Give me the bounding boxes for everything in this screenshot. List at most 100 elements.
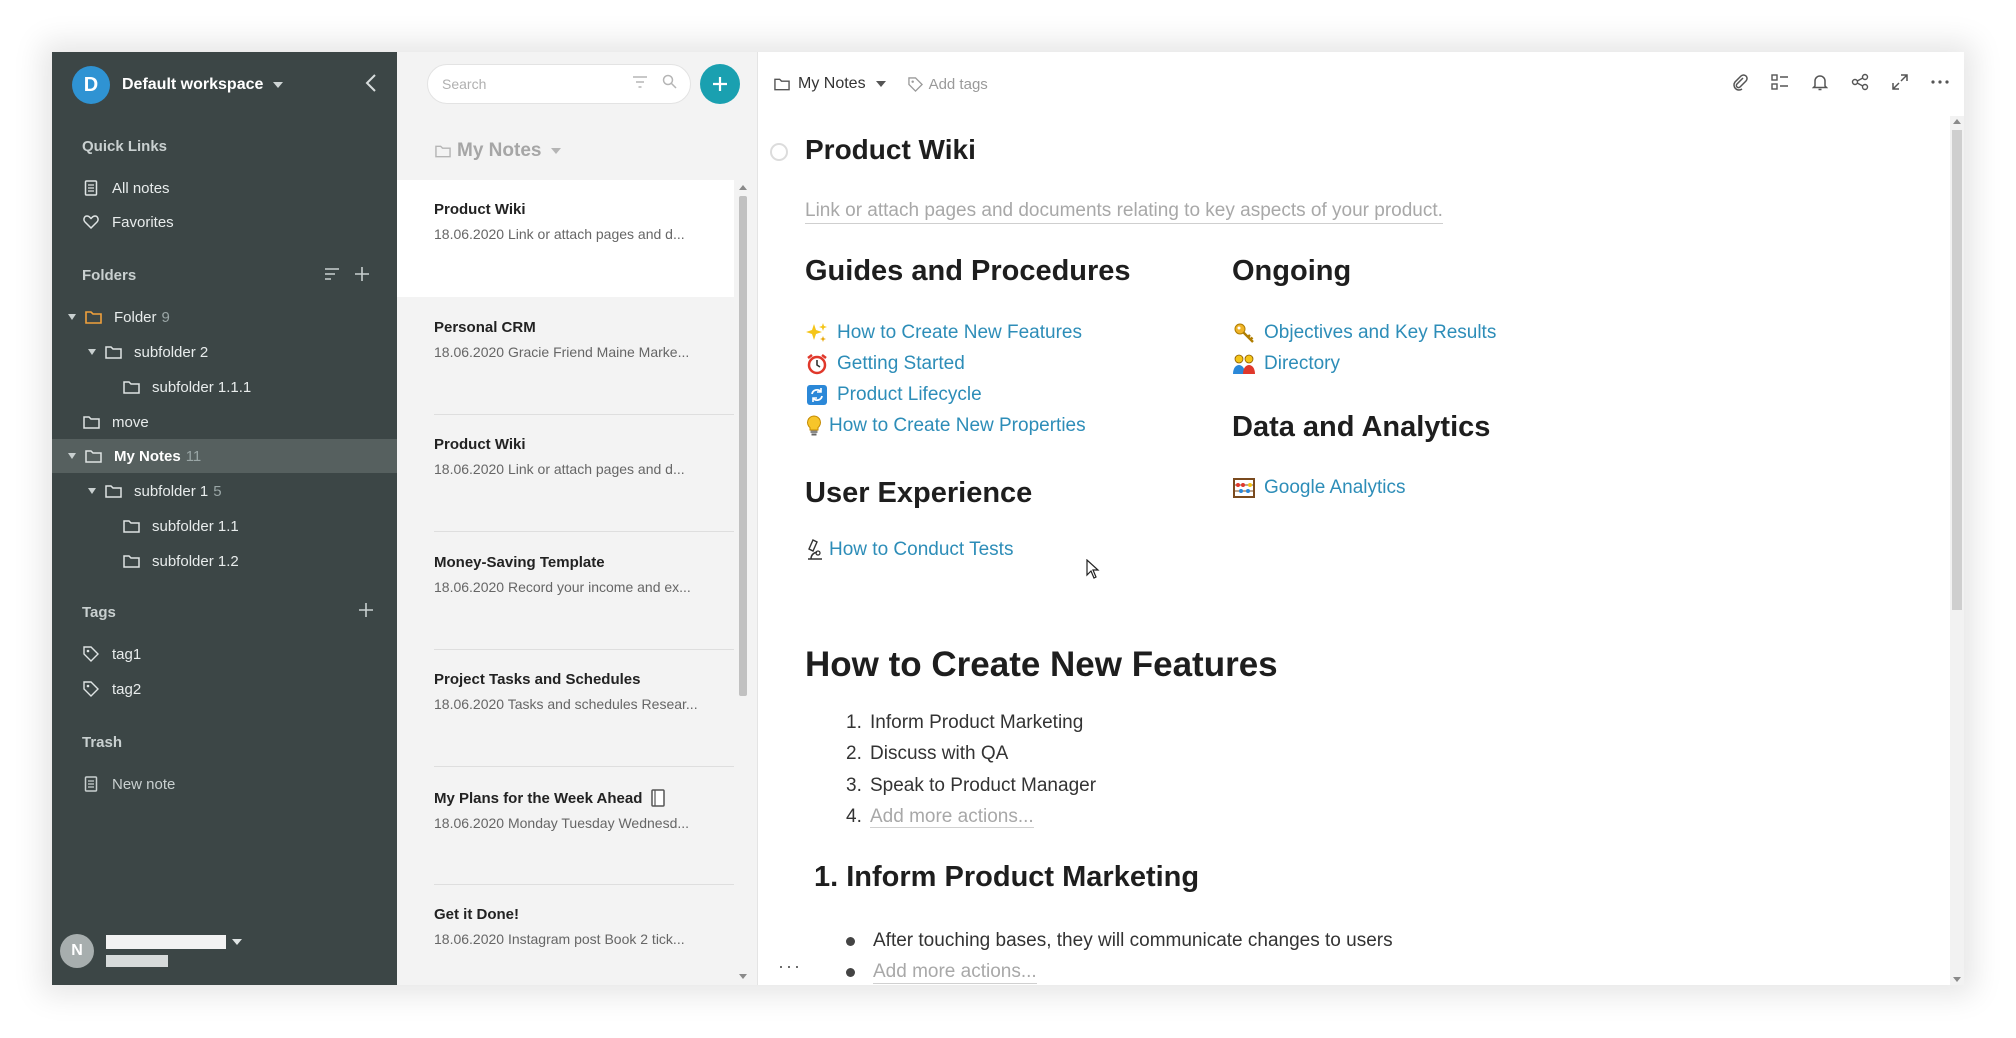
add-note-button[interactable] (700, 64, 740, 104)
note-list: My Notes Product Wiki 18.06.2020 Link or… (397, 52, 758, 985)
link-label: How to Create New Features (837, 322, 1082, 343)
note-card[interactable]: Money-Saving Template 18.06.2020 Record … (397, 533, 734, 650)
link-directory[interactable]: Directory (1232, 352, 1340, 376)
key-icon (1232, 321, 1256, 345)
add-more-actions-item[interactable]: Add more actions... (846, 961, 1037, 984)
editor-scrollbar[interactable] (1950, 116, 1964, 985)
expand-arrow-icon[interactable] (88, 488, 96, 494)
add-tags-label: Add tags (928, 75, 988, 93)
heart-icon (82, 213, 100, 231)
bell-icon (1812, 75, 1828, 91)
fullscreen-button[interactable] (1890, 72, 1910, 92)
breadcrumb[interactable]: My Notes (774, 75, 886, 93)
alarm-clock-icon (805, 352, 829, 376)
link-label: Objectives and Key Results (1264, 322, 1497, 343)
toolbar-actions (1730, 72, 1950, 92)
sidebar-item-move[interactable]: move (52, 405, 397, 439)
link-label: How to Conduct Tests (829, 539, 1014, 560)
sidebar-item-label: Favorites (112, 213, 174, 231)
link-getting-started[interactable]: Getting Started (805, 352, 965, 376)
scrollbar-thumb[interactable] (739, 196, 747, 696)
collapse-sidebar-button[interactable] (360, 72, 382, 94)
sidebar-item-label: My Notes (114, 447, 181, 465)
sidebar-item-all-notes[interactable]: All notes (52, 171, 397, 205)
link-google-analytics[interactable]: Google Analytics (1232, 476, 1406, 500)
sidebar-item-label: subfolder 1.1.1 (152, 378, 252, 396)
sidebar-item-tag1[interactable]: tag1 (52, 637, 397, 671)
list-number: 1. (846, 712, 862, 733)
trash-title: Trash (82, 734, 123, 751)
note-list-scrollbar[interactable] (737, 182, 749, 982)
bullet-label: After touching bases, they will communic… (873, 930, 1393, 951)
user-menu[interactable]: N (60, 934, 242, 968)
link-how-to-conduct-tests[interactable]: How to Conduct Tests (805, 538, 1013, 562)
note-list-folder-selector[interactable]: My Notes (435, 140, 562, 162)
more-options-button[interactable] (1930, 72, 1950, 92)
more-actions-button[interactable]: ··· (778, 956, 802, 977)
sidebar-item-subfolder-1-1-1[interactable]: subfolder 1.1.1 (52, 370, 397, 404)
expand-arrow-icon[interactable] (88, 349, 96, 355)
sort-button[interactable] (324, 267, 340, 286)
sidebar-item-label: subfolder 1.2 (152, 552, 239, 570)
add-more-actions-item[interactable]: 4. Add more actions... (846, 806, 1034, 828)
folder-icon (122, 378, 140, 396)
sidebar-item-subfolder-1-1[interactable]: subfolder 1.1 (52, 509, 397, 543)
filter-button[interactable] (632, 75, 648, 94)
table-of-contents-button[interactable] (1770, 72, 1790, 92)
page-title[interactable]: Product Wiki (805, 134, 976, 166)
expand-arrow-icon[interactable] (68, 453, 76, 459)
note-card[interactable]: Product Wiki 18.06.2020 Link or attach p… (397, 415, 734, 532)
editor: My Notes Add tags Product Wiki Link or a… (758, 52, 1964, 985)
scroll-up-icon (739, 185, 747, 190)
page-subtitle[interactable]: Link or attach pages and documents relat… (805, 200, 1443, 224)
add-tags-button[interactable]: Add tags (907, 75, 988, 93)
link-how-to-create-new-features[interactable]: How to Create New Features (805, 321, 1082, 345)
note-card[interactable]: My Plans for the Week Ahead 18.06.2020 M… (397, 768, 734, 885)
note-title: My Plans for the Week Ahead (434, 789, 643, 807)
search-input[interactable] (440, 75, 624, 93)
note-card[interactable]: Product Wiki 18.06.2020 Link or attach p… (397, 180, 734, 297)
sidebar-item-subfolder-2[interactable]: subfolder 2 (52, 335, 397, 369)
search-button[interactable] (662, 74, 677, 94)
expand-arrow-icon[interactable] (68, 314, 76, 320)
workspace-switcher[interactable]: D Default workspace (72, 64, 284, 106)
share-icon (1851, 73, 1869, 91)
divider (434, 766, 734, 767)
folder-icon (435, 145, 451, 158)
link-product-lifecycle[interactable]: Product Lifecycle (805, 383, 982, 407)
sidebar-item-folder[interactable]: Folder 9 (52, 300, 397, 334)
sidebar-item-favorites[interactable]: Favorites (52, 205, 397, 239)
add-folder-button[interactable] (354, 266, 370, 287)
note-card[interactable]: Get it Done! 18.06.2020 Instagram post B… (397, 885, 734, 985)
link-objectives-and-key-results[interactable]: Objectives and Key Results (1232, 321, 1496, 345)
list-item[interactable]: 3. Speak to Product Manager (846, 775, 1096, 797)
expand-icon (1892, 74, 1908, 90)
sidebar-item-subfolder-1[interactable]: subfolder 15 (52, 474, 397, 508)
sidebar-item-label: All notes (112, 179, 170, 197)
attach-button[interactable] (1730, 72, 1750, 92)
editor-toolbar: My Notes Add tags (758, 52, 1964, 116)
list-item[interactable]: 2. Discuss with QA (846, 743, 1008, 765)
bullet-dot (846, 968, 855, 977)
note-status-toggle[interactable] (770, 143, 788, 161)
more-horizontal-icon (1931, 80, 1949, 84)
note-card[interactable]: Project Tasks and Schedules 18.06.2020 T… (397, 650, 734, 767)
share-button[interactable] (1850, 72, 1870, 92)
list-number: 2. (846, 743, 862, 764)
sidebar-item-subfolder-1-2[interactable]: subfolder 1.2 (52, 544, 397, 578)
note-card[interactable]: Personal CRM 18.06.2020 Gracie Friend Ma… (397, 298, 734, 415)
link-label: How to Create New Properties (829, 415, 1086, 436)
reminder-button[interactable] (1810, 72, 1830, 92)
note-title: Money-Saving Template (434, 554, 605, 571)
scrollbar-thumb[interactable] (1952, 130, 1962, 610)
add-tag-button[interactable] (358, 602, 374, 623)
tag-icon (82, 645, 100, 663)
sidebar-item-new-note[interactable]: New note (52, 767, 397, 801)
list-number: 3. (846, 775, 862, 796)
link-how-to-create-new-properties[interactable]: How to Create New Properties (805, 414, 1086, 438)
bullet-item[interactable]: After touching bases, they will communic… (846, 930, 1393, 952)
sidebar-item-tag2[interactable]: tag2 (52, 672, 397, 706)
sidebar-item-my-notes[interactable]: My Notes 11 (52, 439, 397, 473)
list-item[interactable]: 1. Inform Product Marketing (846, 712, 1083, 734)
note-title: Product Wiki (434, 201, 526, 218)
